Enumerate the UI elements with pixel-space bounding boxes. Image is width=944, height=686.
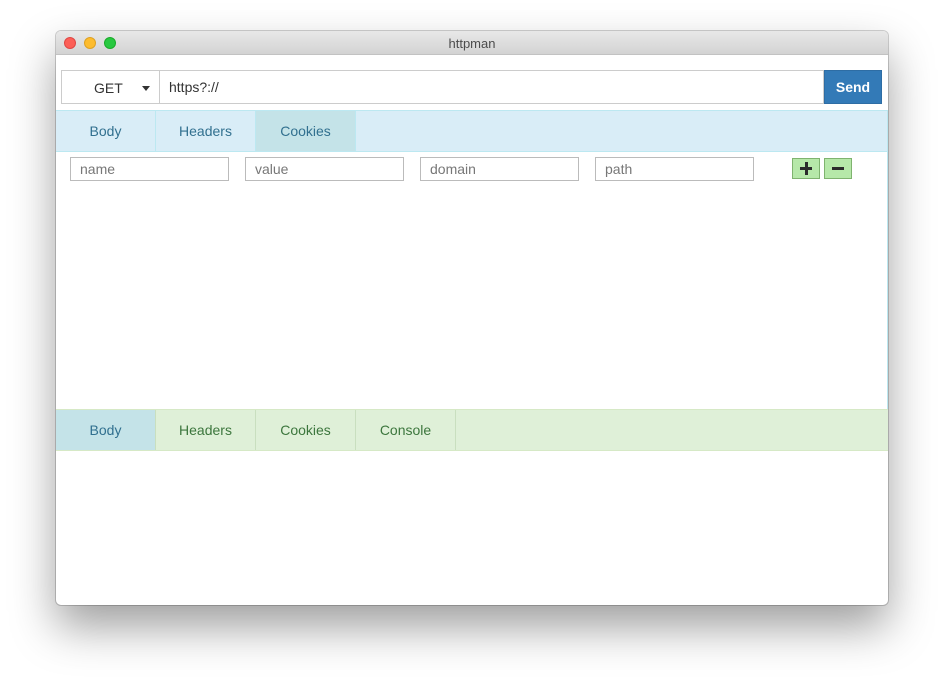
tab-request-cookies[interactable]: Cookies — [256, 111, 356, 151]
method-select[interactable]: GET — [61, 70, 160, 104]
caret-down-icon — [142, 86, 150, 91]
cookie-value-input[interactable] — [245, 157, 404, 181]
tab-response-headers[interactable]: Headers — [156, 410, 256, 450]
window-title: httpman — [448, 36, 496, 51]
request-url-bar: GET Send — [61, 70, 882, 104]
plus-icon — [793, 159, 819, 178]
title-bar: httpman — [56, 31, 888, 55]
url-input[interactable] — [160, 70, 824, 104]
cookie-name-input[interactable] — [70, 157, 229, 181]
app-window: httpman GET Send Body Headers Cookies Bo… — [56, 31, 888, 605]
method-label: GET — [94, 80, 123, 96]
minus-icon — [825, 159, 851, 178]
request-panel-border — [887, 110, 888, 450]
response-tabs: Body Headers Cookies Console — [56, 409, 888, 451]
tab-request-headers[interactable]: Headers — [156, 111, 256, 151]
add-cookie-button[interactable] — [792, 158, 820, 179]
cookie-editor-row — [56, 157, 888, 181]
tab-response-console[interactable]: Console — [356, 410, 456, 450]
request-tabs: Body Headers Cookies — [56, 110, 888, 152]
tab-request-body[interactable]: Body — [56, 111, 156, 151]
cookie-domain-input[interactable] — [420, 157, 579, 181]
tab-response-cookies[interactable]: Cookies — [256, 410, 356, 450]
send-button[interactable]: Send — [824, 70, 882, 104]
cookie-path-input[interactable] — [595, 157, 754, 181]
tab-response-body[interactable]: Body — [56, 410, 156, 450]
remove-cookie-button[interactable] — [824, 158, 852, 179]
